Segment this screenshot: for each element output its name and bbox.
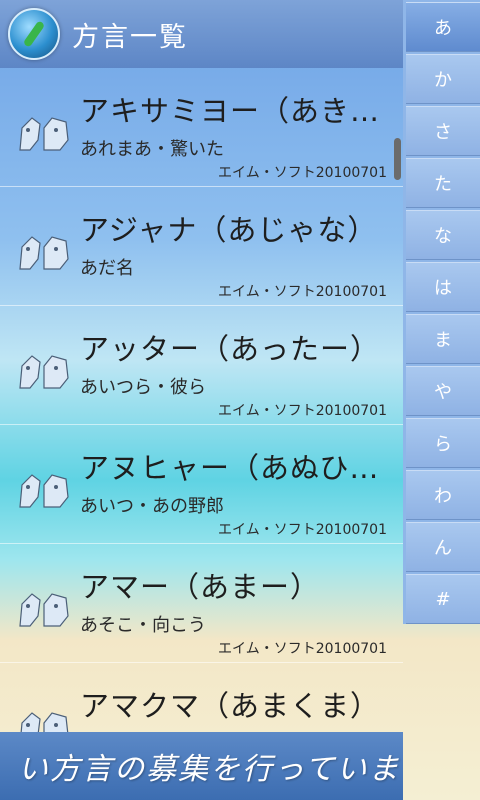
kana-index: あ か さ た な は ま や ら わ ん # — [403, 0, 480, 624]
page-title: 方言一覧 — [72, 21, 188, 53]
list-item[interactable]: アッター（あったー） あいつら・彼ら エイム・ソフト20100701 — [0, 306, 403, 425]
index-tab-sa[interactable]: さ — [406, 106, 480, 156]
entry-credit: エイム・ソフト20100701 — [218, 641, 387, 657]
entry-meaning: あいつ・あの野郎 — [80, 496, 224, 517]
shisa-icon — [19, 355, 69, 389]
list-item[interactable]: アジャナ（あじゃな） あだ名 エイム・ソフト20100701 — [0, 187, 403, 306]
index-tab-ma[interactable]: ま — [406, 314, 480, 364]
shisa-icon — [20, 712, 69, 732]
entry-title: アッター（あったー） — [80, 332, 381, 366]
entry-credit: エイム・ソフト20100701 — [218, 403, 387, 419]
entry-title: アマー（あまー） — [80, 570, 321, 604]
entry-credit: エイム・ソフト20100701 — [218, 284, 387, 300]
marquee-banner[interactable]: い方言の募集を行っていま — [0, 732, 403, 800]
shisa-icon — [19, 474, 69, 508]
index-tab-wa[interactable]: わ — [406, 470, 480, 520]
entry-title: アキサミヨー（あき… — [80, 94, 381, 128]
list-scrollbar[interactable] — [394, 138, 401, 180]
entry-meaning: あそこ・向こう — [80, 615, 206, 636]
banner-text: い方言の募集を行っていま — [18, 752, 401, 787]
index-tab-na[interactable]: な — [406, 210, 480, 260]
shisa-icon — [19, 236, 69, 270]
list-item[interactable]: アマクマ（あまくま） — [0, 663, 403, 732]
entry-title: アマクマ（あまくま） — [80, 689, 381, 723]
list-item[interactable]: アヌヒャー（あぬひ… あいつ・あの野郎 エイム・ソフト20100701 — [0, 425, 403, 544]
shisa-icon — [19, 117, 69, 151]
index-tab-ra[interactable]: ら — [406, 418, 480, 468]
index-tab-ta[interactable]: た — [406, 158, 480, 208]
entry-meaning: あれまあ・驚いた — [80, 139, 224, 160]
index-tab-other[interactable]: # — [406, 574, 480, 624]
index-tab-n[interactable]: ん — [406, 522, 480, 572]
list-item[interactable]: アキサミヨー（あき… あれまあ・驚いた エイム・ソフト20100701 — [0, 68, 403, 187]
entry-credit: エイム・ソフト20100701 — [218, 522, 387, 538]
shisa-icon — [19, 593, 69, 627]
entry-title: アヌヒャー（あぬひ… — [80, 451, 380, 485]
entry-title: アジャナ（あじゃな） — [80, 213, 378, 247]
list-item[interactable]: アマー（あまー） あそこ・向こう エイム・ソフト20100701 — [0, 544, 403, 663]
index-tab-a[interactable]: あ — [406, 2, 480, 52]
dialect-list[interactable]: アキサミヨー（あき… あれまあ・驚いた エイム・ソフト20100701 アジャナ… — [0, 68, 403, 732]
app-header: 方言一覧 — [0, 0, 403, 68]
entry-meaning: あいつら・彼ら — [80, 377, 206, 398]
index-tab-ya[interactable]: や — [406, 366, 480, 416]
app-logo-icon[interactable] — [8, 8, 60, 60]
index-tab-ha[interactable]: は — [406, 262, 480, 312]
entry-meaning: あだ名 — [80, 258, 134, 279]
index-tab-ka[interactable]: か — [406, 54, 480, 104]
entry-credit: エイム・ソフト20100701 — [218, 165, 387, 181]
